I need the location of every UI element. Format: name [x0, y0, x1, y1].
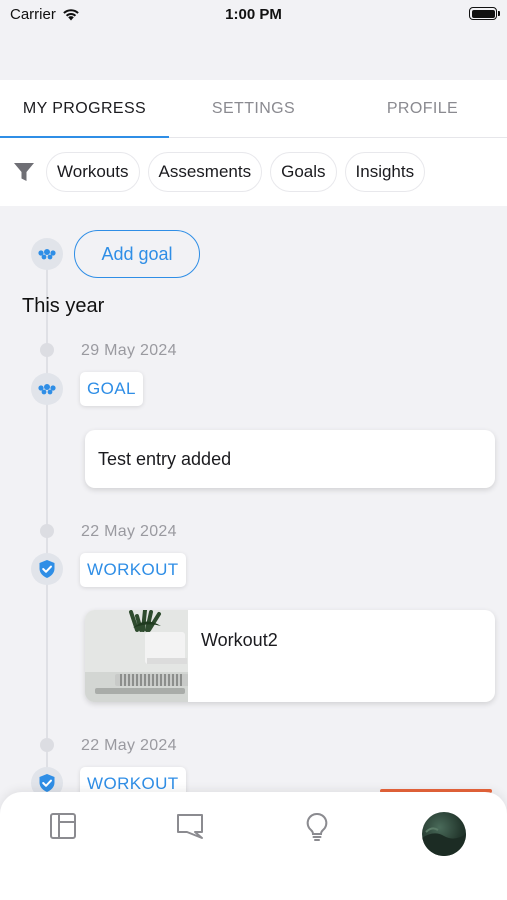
workout-thumbnail [85, 610, 188, 702]
shield-check-icon [31, 553, 63, 585]
tab-bar: MY PROGRESS SETTINGS PROFILE [0, 80, 507, 138]
entry-date: 22 May 2024 [81, 523, 177, 540]
filter-chip-assesments[interactable]: Assesments [147, 152, 263, 192]
filter-icon[interactable] [12, 160, 36, 184]
filter-chip-goals[interactable]: Goals [270, 152, 337, 192]
entry-card[interactable]: Test entry added [85, 430, 495, 488]
goal-icon [31, 373, 63, 405]
tab-my-progress[interactable]: MY PROGRESS [0, 80, 169, 138]
timeline-dot [40, 738, 54, 752]
filter-chip-insights[interactable]: Insights [344, 152, 426, 192]
section-title: This year [22, 295, 105, 317]
avatar [421, 812, 466, 856]
entry-text: Test entry added [98, 449, 232, 469]
nav-dashboard[interactable] [0, 792, 127, 900]
workout-name: Workout2 [201, 630, 278, 650]
nav-insights[interactable] [254, 792, 381, 900]
tab-profile[interactable]: PROFILE [338, 80, 507, 137]
bottom-navigation [0, 792, 507, 900]
nav-profile[interactable] [380, 792, 507, 900]
battery-icon [469, 7, 500, 20]
entry-date: 29 May 2024 [81, 342, 177, 359]
status-bar: Carrier 1:00 PM [0, 0, 507, 80]
timeline-dot [40, 343, 54, 357]
clock: 1:00 PM [225, 6, 282, 23]
workout-card[interactable]: Workout2 [85, 610, 495, 702]
chat-icon [177, 814, 204, 839]
entry-tag-workout: WORKOUT [80, 553, 186, 587]
progress-timeline: Add goal This year 29 May 2024 GOAL Test… [0, 206, 507, 826]
lightbulb-icon [306, 812, 328, 841]
filter-bar: Workouts Assesments Goals Insights [0, 138, 507, 206]
entry-date: 22 May 2024 [81, 737, 177, 754]
timeline-dot [40, 524, 54, 538]
nav-chat[interactable] [127, 792, 254, 900]
tab-settings[interactable]: SETTINGS [169, 80, 338, 137]
filter-chip-workouts[interactable]: Workouts [46, 152, 140, 192]
dashboard-icon [50, 813, 77, 839]
goal-icon [31, 238, 63, 270]
add-goal-button[interactable]: Add goal [74, 230, 200, 278]
entry-tag-goal: GOAL [80, 372, 143, 406]
